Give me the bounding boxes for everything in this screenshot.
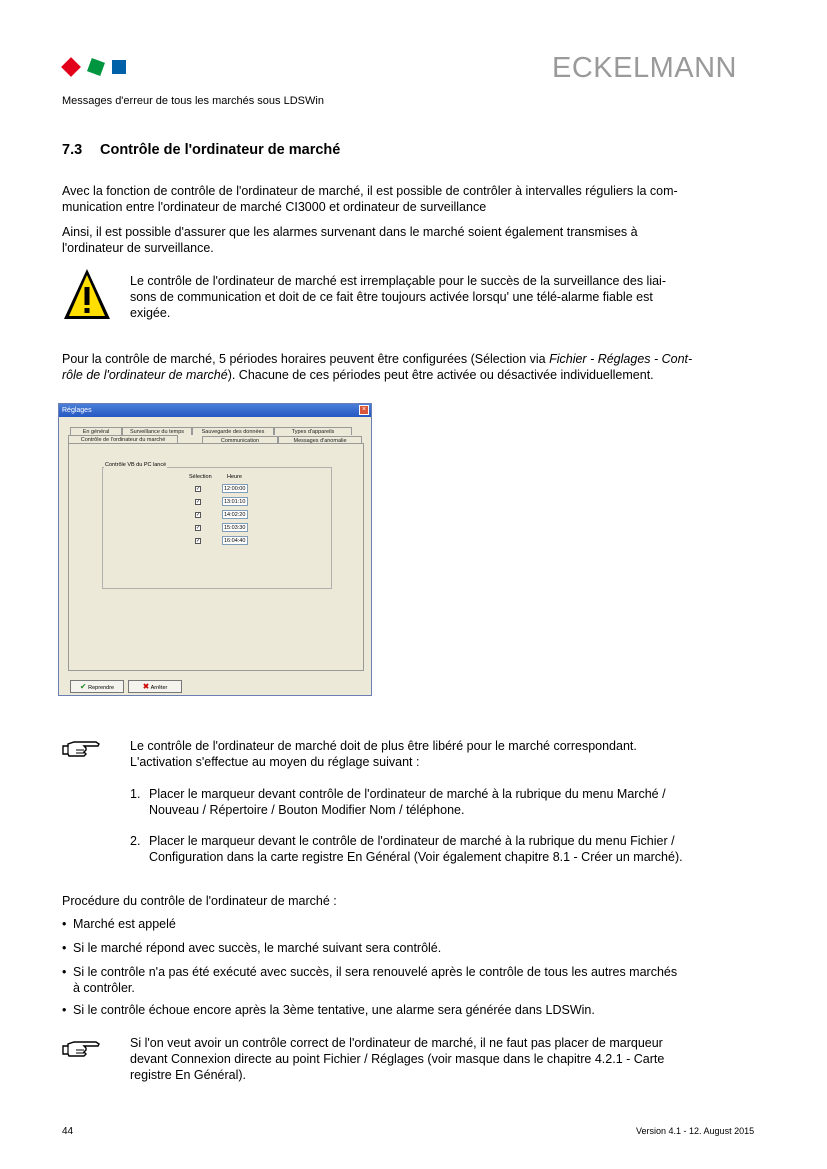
bullet-item: Si le contrôle n'a pas été exécuté avec … [62,964,678,996]
period-time-field[interactable]: 16:04:40 [222,536,248,545]
tab-label: Types d'appareils [291,429,335,435]
text-line: Ainsi, il est possible d'assurer que les… [62,225,638,239]
text-line: L'activation s'effectue au moyen du régl… [130,755,420,769]
period-checkbox[interactable]: ✓ [195,512,201,518]
tab-time-monitoring[interactable]: Surveillance du temps [122,427,192,435]
text-line: registre En Général). [130,1068,247,1082]
control-group-box [102,467,332,589]
text-line: munication entre l'ordinateur de marché … [62,200,487,214]
period-time-field[interactable]: 15:03:30 [222,523,248,532]
text-span: ). Chacune de ces périodes peut être act… [227,368,654,382]
dialog-title-bar: Réglages [59,404,371,417]
section-title: 7.3 Contrôle de l'ordinateur de marché [62,142,340,158]
period-checkbox[interactable]: ✓ [195,486,201,492]
list-item: 1. Placer le marqueur devant contrôle de… [130,786,666,818]
period-time-field[interactable]: 13:01:10 [222,497,248,506]
column-header-hour: Heure [227,474,242,480]
period-time-field[interactable]: 12:00:00 [222,484,248,493]
pointing-hand-icon [62,741,100,757]
text-line: Nouveau / Répertoire / Bouton Modifier N… [149,803,465,817]
apply-button[interactable]: ✔ Reprendre [70,680,124,693]
text-line: sons de communication et doit de ce fait… [130,290,653,304]
list-number: 1. [130,787,141,801]
button-label: Arrêter [150,685,168,691]
logo-green-square [87,58,105,76]
note-2-text: Si l'on veut avoir un contrôle correct d… [130,1035,664,1083]
bullet-item: Marché est appelé [62,916,176,932]
warning-icon [64,269,110,319]
text-line: Le contrôle de l'ordinateur de marché es… [130,274,666,288]
check-icon: ✔ [79,682,87,691]
list-number: 2. [130,834,141,848]
button-label: Reprendre [88,685,115,691]
text-line: Placer le marqueur devant le contrôle de… [149,834,675,848]
period-checkbox[interactable]: ✓ [195,499,201,505]
text-line: Si le contrôle n'a pas été exécuté avec … [73,965,678,979]
text-line: à contrôler. [73,981,135,995]
intro-paragraph-2: Ainsi, il est possible d'assurer que les… [62,224,638,256]
section-number: 7.3 [62,142,83,158]
pointing-hand-icon [62,1041,100,1057]
text-line: rôle de l'ordinateur de marché). Chacune… [62,367,692,383]
note-1-text: Le contrôle de l'ordinateur de marché do… [130,738,637,770]
section-heading: Contrôle de l'ordinateur de marché [100,142,341,158]
tab-market-computer-control[interactable]: Contrôle de l'ordinateur du marché [68,435,178,443]
bullet-item: Si le contrôle échoue encore après la 3è… [62,1002,595,1018]
logo-red-square [61,57,81,77]
text-line: Avec la fonction de contrôle de l'ordina… [62,184,678,198]
column-header-selection: Sélection [189,474,212,480]
page-number: 44 [62,1126,74,1137]
cancel-button[interactable]: ✖ Arrêter [128,680,182,693]
version-info: Version 4.1 - 12. August 2015 [636,1126,755,1136]
menu-path: Fichier - Réglages - Cont- [549,352,693,366]
text-line: Configuration dans la carte registre En … [149,850,683,864]
list-item: 2. Placer le marqueur devant le contrôle… [130,833,683,865]
logo-blue-square [112,60,126,74]
dialog-title: Réglages [62,407,92,414]
tab-general[interactable]: En général [70,427,122,435]
warning-text: Le contrôle de l'ordinateur de marché es… [130,273,666,321]
group-label: Contrôle VB du PC lancé [104,462,168,468]
text-line: l'ordinateur de surveillance. [62,241,214,255]
text-line: devant Connexion directe au point Fichie… [130,1052,665,1066]
brand-name: ECKELMANN [552,52,737,84]
period-checkbox[interactable]: ✓ [195,525,201,531]
bullet-item: Si le marché répond avec succès, le marc… [62,940,441,956]
text-line: Le contrôle de l'ordinateur de marché do… [130,739,637,753]
text-span: Pour la contrôle de marché, 5 périodes h… [62,352,550,366]
period-time-field[interactable]: 14:02:20 [222,510,248,519]
text-line: Placer le marqueur devant contrôle de l'… [149,787,666,801]
tab-label: Contrôle de l'ordinateur du marché [80,437,166,443]
intro-paragraph-1: Avec la fonction de contrôle de l'ordina… [62,183,678,215]
tab-label: Sauvegarde des données [201,429,265,435]
tab-device-types[interactable]: Types d'appareils [274,427,352,435]
menu-path: rôle de l'ordinateur de marché [62,368,228,382]
text-line: Pour la contrôle de marché, 5 périodes h… [62,351,692,367]
procedure-heading: Procédure du contrôle de l'ordinateur de… [62,894,337,908]
text-line: exigée. [130,306,171,320]
periods-paragraph: Pour la contrôle de marché, 5 périodes h… [62,351,692,383]
text-line: Si l'on veut avoir un contrôle correct d… [130,1036,663,1050]
period-checkbox[interactable]: ✓ [195,538,201,544]
tab-data-backup[interactable]: Sauvegarde des données [192,427,274,435]
cross-icon: ✖ [142,682,150,691]
document-subtitle: Messages d'erreur de tous les marchés so… [62,95,324,107]
close-icon[interactable]: × [359,405,369,415]
